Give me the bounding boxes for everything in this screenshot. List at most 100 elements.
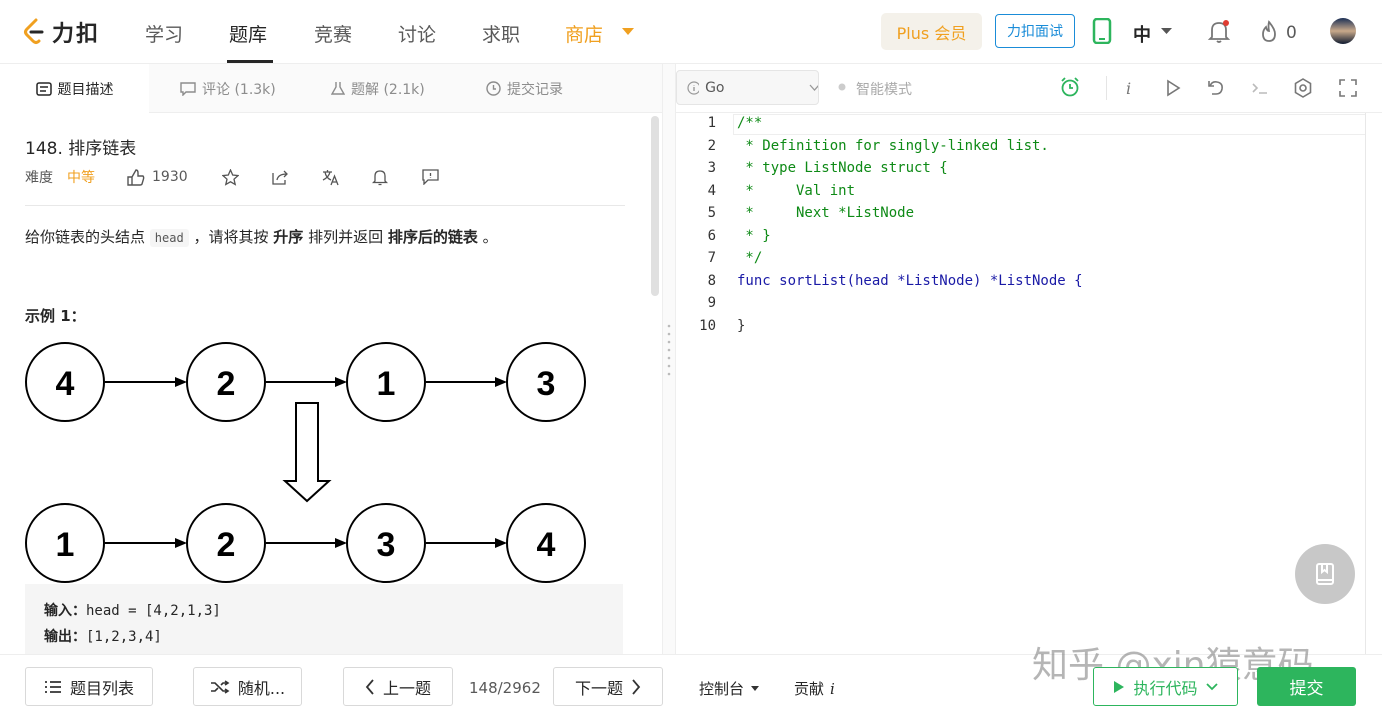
contribute-label: 贡献: [794, 680, 825, 698]
bell-subscribe-icon[interactable]: [371, 169, 388, 186]
description-icon: [35, 81, 52, 96]
tab-solutions-label: 题解 (2.1k): [351, 81, 425, 98]
reset-icon[interactable]: [1204, 76, 1228, 100]
example-output: 输出：[1,2,3,4]: [44, 624, 604, 650]
nav-store[interactable]: 商店: [565, 20, 603, 47]
caret-down-icon[interactable]: [622, 28, 634, 36]
code-lines[interactable]: 1 2 3 4 5 6 7 8 9 10 /** * Definition fo…: [676, 113, 1366, 353]
plus-membership-button[interactable]: Plus 会员: [881, 13, 982, 50]
interview-button[interactable]: 力扣面试: [995, 14, 1075, 48]
input-label: 输入：: [44, 603, 86, 619]
random-label: 随机...: [237, 678, 286, 698]
mobile-app-icon[interactable]: [1092, 18, 1112, 44]
nav-contest[interactable]: 竞赛: [314, 20, 352, 47]
settings-icon[interactable]: [1291, 76, 1315, 100]
leetcode-logo-icon: [24, 18, 44, 44]
notebook-icon: [1316, 563, 1334, 585]
code-line: func sortList(head *ListNode) *ListNode …: [737, 273, 1083, 289]
brand-name: 力扣: [52, 22, 101, 47]
node-value: 2: [217, 526, 236, 564]
statement-text: ，请将其按: [193, 228, 269, 246]
inline-code-head: head: [149, 229, 189, 247]
run-code-label: 执行代码: [1133, 678, 1198, 698]
chevron-down-icon: [809, 84, 818, 91]
tab-solutions[interactable]: 题解 (2.1k): [331, 64, 425, 113]
line-number: 2: [707, 138, 716, 154]
statement-text: 。: [482, 228, 498, 246]
console-toggle[interactable]: 控制台: [699, 678, 760, 699]
streak-flame-icon[interactable]: [1259, 20, 1279, 44]
line-number: 9: [707, 295, 716, 311]
node-value: 3: [377, 526, 396, 564]
prev-problem-button[interactable]: 上一题: [343, 667, 453, 706]
bell-icon[interactable]: [1207, 19, 1231, 45]
problem-list-label: 题目列表: [69, 678, 134, 698]
next-problem-button[interactable]: 下一题: [553, 667, 663, 706]
mode-dot-icon: [838, 83, 846, 91]
drag-handle-icon[interactable]: [666, 322, 672, 378]
problem-statement: 给你链表的头结点 head ，请将其按 升序 排列并返回 排序后的链表 。: [25, 226, 498, 247]
list-icon: [44, 680, 61, 693]
tab-submissions[interactable]: 提交记录: [486, 64, 563, 113]
statement-text: 排列并返回: [308, 228, 384, 246]
star-icon[interactable]: [221, 168, 239, 186]
run-code-button[interactable]: 执行代码: [1093, 667, 1238, 706]
flask-icon: [331, 82, 345, 95]
nav-study[interactable]: 学习: [145, 20, 183, 47]
user-avatar[interactable]: [1329, 17, 1357, 45]
code-line: /**: [737, 115, 763, 131]
example-title: 示例 1：: [25, 307, 86, 325]
line-number: 8: [707, 273, 716, 289]
nav-discuss[interactable]: 讨论: [398, 20, 436, 47]
tab-description[interactable]: 题目描述: [0, 64, 149, 113]
toolbar-divider: [1106, 76, 1107, 100]
info-i-icon[interactable]: i: [1117, 76, 1141, 100]
notes-float-button[interactable]: [1295, 544, 1355, 604]
leetcode-logo[interactable]: 力扣: [22, 16, 100, 48]
node-value: 2: [217, 365, 236, 403]
alarm-clock-icon[interactable]: [1059, 76, 1083, 100]
code-line: */: [737, 250, 763, 266]
feedback-icon[interactable]: [421, 169, 439, 185]
random-button[interactable]: 随机...: [193, 667, 302, 706]
statement-bold: 排序后的链表: [387, 228, 478, 246]
line-number: 6: [707, 228, 716, 244]
line-number: 1: [707, 115, 716, 131]
smart-mode-toggle[interactable]: 智能模式: [856, 79, 912, 99]
node-value: 4: [537, 526, 556, 564]
example-box: 输入：head = [4,2,1,3] 输出：[1,2,3,4]: [25, 584, 623, 654]
line-number: 5: [707, 205, 716, 221]
submit-button[interactable]: 提交: [1257, 667, 1356, 706]
code-line: * Definition for singly-linked list.: [737, 138, 1049, 154]
chevron-down-icon[interactable]: [1161, 28, 1172, 35]
code-line: }: [737, 318, 746, 334]
editor-scrollbar[interactable]: [1365, 113, 1382, 654]
link-arrows: [105, 381, 502, 544]
problem-meta: 难度 中等 1930: [25, 167, 439, 187]
output-label: 输出：: [44, 629, 86, 645]
top-navbar: [0, 0, 1382, 64]
contribute-button[interactable]: 贡献 i: [794, 678, 835, 699]
language-select[interactable]: Go: [676, 70, 819, 105]
like-count: 1930: [152, 169, 188, 185]
problem-list-button[interactable]: 题目列表: [25, 667, 153, 706]
nav-problems[interactable]: 题库: [229, 20, 267, 47]
next-label: 下一题: [574, 678, 623, 698]
linked-list-diagram: 4 2 1 3 1 2 3 4: [25, 342, 586, 583]
line-number: 7: [707, 250, 716, 266]
info-icon: [687, 80, 700, 95]
tab-submissions-label: 提交记录: [507, 81, 563, 98]
fullscreen-icon[interactable]: [1336, 76, 1360, 100]
thumbs-up-icon[interactable]: [127, 168, 145, 186]
share-icon[interactable]: [271, 169, 289, 185]
nav-jobs[interactable]: 求职: [482, 20, 520, 47]
translate-icon[interactable]: [322, 169, 340, 186]
language-switch[interactable]: 中: [1133, 21, 1151, 47]
terminal-icon[interactable]: [1248, 76, 1272, 100]
info-i-icon: i: [830, 679, 835, 698]
tab-comments[interactable]: 评论 (1.3k): [180, 64, 276, 113]
statement-text: 给你链表的头结点: [25, 228, 146, 246]
description-scrollbar[interactable]: [651, 116, 659, 296]
line-number: 3: [707, 160, 716, 176]
play-outline-icon[interactable]: [1161, 76, 1185, 100]
